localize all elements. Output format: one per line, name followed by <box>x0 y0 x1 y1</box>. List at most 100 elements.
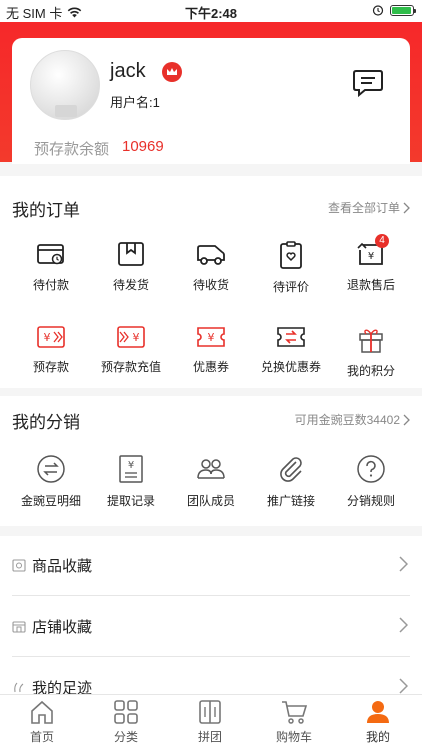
status-bar: 无 SIM 卡 下午2:48 <box>0 0 422 22</box>
tab-home[interactable]: 首页 <box>0 699 84 745</box>
view-all-orders-label: 查看全部订单 <box>327 201 400 215</box>
group-buy-icon <box>199 700 221 724</box>
category-icon <box>114 700 138 724</box>
vip-crown-icon <box>162 62 182 82</box>
team-icon <box>197 459 225 479</box>
list-item-label: 店铺收藏 <box>32 619 93 636</box>
chevron-right-icon <box>403 202 410 213</box>
order-label: 预存款 <box>32 360 69 374</box>
order-label: 待评价 <box>272 280 309 294</box>
alarm-icon <box>372 5 384 16</box>
svg-text:¥: ¥ <box>133 331 140 344</box>
home-icon <box>31 700 53 724</box>
battery-icon <box>390 4 416 16</box>
store-fav-icon <box>12 621 26 633</box>
chevron-right-icon <box>399 617 408 633</box>
withdraw-records[interactable]: ¥ 提取记录 <box>89 454 173 509</box>
distribution-label: 推广链接 <box>266 494 315 508</box>
distribution-rules[interactable]: 分销规则 <box>329 454 413 509</box>
yen-document-icon: ¥ <box>119 455 143 483</box>
truck-icon <box>197 245 225 265</box>
exchange-coupons[interactable]: 兑换优惠券 <box>249 324 333 375</box>
distribution-label: 提取记录 <box>106 494 155 508</box>
available-beans-link[interactable]: 可用金豌豆数34402 <box>295 411 410 428</box>
order-label: 待付款 <box>32 278 69 292</box>
tab-label: 购物车 <box>275 730 312 744</box>
order-label: 待收货 <box>192 278 229 292</box>
order-pending-shipment[interactable]: 待发货 <box>89 240 173 293</box>
team-members[interactable]: 团队成员 <box>169 454 253 509</box>
chevron-right-icon <box>403 414 410 425</box>
tab-label: 分类 <box>113 730 138 744</box>
footprint-icon <box>14 682 24 693</box>
refund-badge: 4 <box>375 234 389 248</box>
list-item-store-favorites[interactable]: 店铺收藏 <box>12 597 410 657</box>
question-circle-icon <box>357 455 385 483</box>
swap-circle-icon <box>37 455 65 483</box>
order-pending-payment[interactable]: 待付款 <box>9 240 93 293</box>
box-icon <box>118 242 144 266</box>
exchange-coupon-icon <box>277 327 305 347</box>
tab-bar: 首页 分类 拼团 购物车 我的 <box>0 694 422 750</box>
yen-recharge-icon: ¥ <box>117 326 145 348</box>
order-label: 待发货 <box>112 278 149 292</box>
list-section: 商品收藏 店铺收藏 我的足迹 <box>0 536 422 697</box>
svg-text:¥: ¥ <box>44 331 51 344</box>
list-item-label: 商品收藏 <box>32 558 93 575</box>
chevron-right-icon <box>399 556 408 572</box>
order-pending-receipt[interactable]: 待收货 <box>169 240 253 293</box>
chevron-right-icon <box>399 678 408 694</box>
yen-ticket-icon: ¥ <box>37 326 65 348</box>
user-id: 用户名:1 <box>110 95 160 110</box>
order-label: 优惠券 <box>192 360 229 374</box>
bean-details[interactable]: 金豌豆明细 <box>9 454 93 509</box>
distribution-label: 分销规则 <box>346 494 395 508</box>
prepaid-deposit[interactable]: ¥ 预存款 <box>9 324 93 375</box>
svg-text:¥: ¥ <box>368 251 374 262</box>
cart-icon <box>282 701 308 724</box>
my-points[interactable]: 我的积分 <box>329 324 413 379</box>
svg-text:¥: ¥ <box>208 331 215 344</box>
wallet-icon <box>37 244 64 265</box>
coupons[interactable]: ¥ 优惠券 <box>169 324 253 375</box>
balance-label: 预存款余额 <box>34 141 110 158</box>
order-label: 我的积分 <box>346 364 395 378</box>
tab-group-buy[interactable]: 拼团 <box>168 699 252 745</box>
username: jack <box>110 60 146 82</box>
distribution-section: 我的分销 可用金豌豆数34402 金豌豆明细 ¥ 提取记录 团队成员 推广链接 … <box>0 396 422 526</box>
tab-label: 我的 <box>365 730 390 744</box>
gift-icon <box>359 329 383 353</box>
paperclip-icon <box>280 457 302 482</box>
status-time: 下午2:48 <box>184 6 238 21</box>
distribution-title: 我的分销 <box>12 413 80 432</box>
profile-card: jack 用户名:1 预存款余额 10969 <box>12 38 410 164</box>
clipboard-heart-icon <box>280 241 302 269</box>
tab-mine[interactable]: 我的 <box>336 699 420 745</box>
distribution-label: 团队成员 <box>186 494 235 508</box>
tab-label: 拼团 <box>197 730 222 744</box>
distribution-label: 金豌豆明细 <box>20 494 81 508</box>
prepaid-recharge[interactable]: ¥ 预存款充值 <box>89 324 173 375</box>
view-all-orders-link[interactable]: 查看全部订单 <box>328 199 410 216</box>
avatar[interactable] <box>30 50 100 120</box>
orders-title: 我的订单 <box>12 201 80 220</box>
list-item-product-favorites[interactable]: 商品收藏 <box>12 536 410 596</box>
status-right <box>372 4 416 16</box>
message-icon[interactable] <box>352 68 384 98</box>
tab-category[interactable]: 分类 <box>84 699 168 745</box>
available-beans-label: 可用金豌豆数34402 <box>294 413 400 427</box>
product-fav-icon <box>12 559 26 572</box>
order-pending-review[interactable]: 待评价 <box>249 240 333 295</box>
order-label: 兑换优惠券 <box>260 360 321 374</box>
balance-value[interactable]: 10969 <box>122 138 164 155</box>
order-label: 预存款充值 <box>100 360 161 374</box>
user-icon <box>367 701 389 723</box>
tab-cart[interactable]: 购物车 <box>252 699 336 745</box>
order-label: 退款售后 <box>346 278 395 292</box>
svg-text:¥: ¥ <box>128 460 134 471</box>
coupon-icon: ¥ <box>197 327 225 347</box>
orders-section: 我的订单 查看全部订单 待付款 待发货 待收货 待评价 ¥ 4 退款售后 ¥ 预… <box>0 176 422 388</box>
order-refund-after-sale[interactable]: ¥ 4 退款售后 <box>329 234 413 293</box>
promo-link[interactable]: 推广链接 <box>249 454 333 509</box>
tab-label: 首页 <box>29 730 54 744</box>
